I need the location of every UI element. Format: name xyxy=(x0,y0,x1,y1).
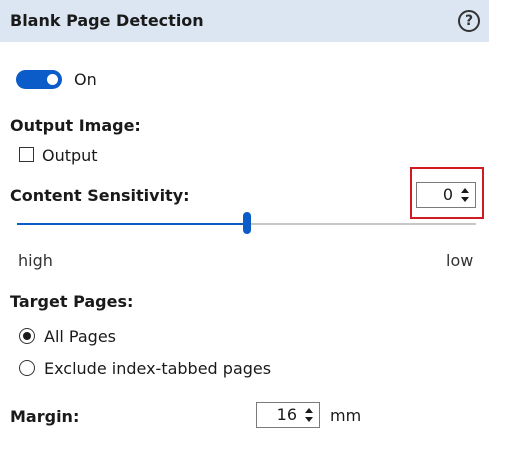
margin-label: Margin: xyxy=(10,407,80,426)
detection-toggle[interactable] xyxy=(16,70,62,89)
target-pages-label: Target Pages: xyxy=(10,292,134,311)
output-image-label: Output Image: xyxy=(10,116,141,135)
sensitivity-slider-thumb[interactable] xyxy=(243,212,251,234)
output-checkbox-label[interactable]: Output xyxy=(42,146,98,165)
sensitivity-slider-fill xyxy=(17,223,247,225)
panel-header: Blank Page Detection ? xyxy=(0,0,489,42)
radio-exclude-index-tabbed-label[interactable]: Exclude index-tabbed pages xyxy=(44,359,271,378)
content-sensitivity-label: Content Sensitivity: xyxy=(10,186,190,205)
margin-spinner[interactable]: 16 xyxy=(256,402,320,428)
toggle-knob xyxy=(47,74,58,85)
radio-selected-dot xyxy=(23,332,31,340)
slider-max-label: low xyxy=(446,251,474,270)
toggle-state-label: On xyxy=(74,70,97,89)
radio-exclude-index-tabbed[interactable] xyxy=(19,360,35,376)
panel-title: Blank Page Detection xyxy=(10,11,204,30)
sensitivity-highlight-box xyxy=(410,167,484,219)
margin-unit: mm xyxy=(330,406,362,425)
radio-all-pages-label[interactable]: All Pages xyxy=(44,327,116,346)
slider-min-label: high xyxy=(18,251,53,270)
help-icon[interactable]: ? xyxy=(458,10,480,32)
output-checkbox[interactable] xyxy=(19,147,34,162)
margin-value[interactable]: 16 xyxy=(277,403,297,427)
radio-all-pages[interactable] xyxy=(19,328,35,344)
spinner-arrows-icon[interactable] xyxy=(304,407,314,423)
